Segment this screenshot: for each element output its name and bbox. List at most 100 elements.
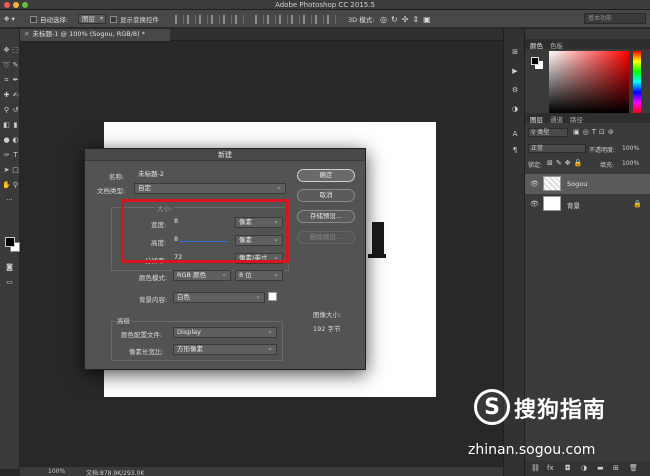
auto-align-icon[interactable] bbox=[327, 14, 336, 24]
profile-dropdown[interactable]: Display bbox=[173, 327, 277, 338]
layer-row-sogou[interactable]: 👁 Sogou bbox=[525, 174, 650, 194]
auto-select-checkbox[interactable] bbox=[30, 15, 37, 23]
move-tool-preset-icon[interactable]: ✥ ▾ bbox=[4, 13, 15, 25]
type-tool-icon[interactable]: T bbox=[11, 151, 20, 160]
eraser-tool-icon[interactable]: ◧ bbox=[2, 121, 11, 130]
3d-orbit-icon[interactable]: ◎ bbox=[380, 15, 391, 24]
quick-select-tool-icon[interactable]: ✎ bbox=[11, 61, 20, 70]
color-picker-field[interactable] bbox=[549, 51, 629, 113]
ok-button[interactable]: 确定 bbox=[297, 169, 355, 182]
crop-tool-icon[interactable]: ⌗ bbox=[2, 76, 11, 85]
zoom-level[interactable]: 100% bbox=[48, 468, 65, 475]
image-size-label: 图像大小: bbox=[313, 311, 342, 319]
advanced-label[interactable]: 高级 bbox=[115, 315, 132, 325]
app-title: Adobe Photoshop CC 2015.5 bbox=[275, 1, 375, 9]
fill-value[interactable]: 100% bbox=[622, 160, 639, 167]
lock-options-icons[interactable]: ⊠✎✥🔒 bbox=[547, 159, 585, 167]
layer-lock-icon: 🔒 bbox=[633, 200, 642, 208]
eyedropper-tool-icon[interactable]: ✒ bbox=[11, 76, 20, 85]
distribute-middle-icon[interactable] bbox=[267, 14, 276, 24]
align-bottom-icon[interactable] bbox=[199, 14, 208, 24]
options-bar: ✥ ▾ 自动选择: 图层 显示变换控件 bbox=[0, 10, 650, 28]
visibility-eye-icon[interactable]: 👁 bbox=[530, 200, 539, 208]
align-center-icon[interactable] bbox=[223, 14, 232, 24]
dodge-tool-icon[interactable]: ◐ bbox=[11, 136, 20, 145]
history-panel-icon[interactable]: ⊞ bbox=[510, 47, 520, 57]
foreground-color-swatch[interactable] bbox=[5, 237, 15, 247]
tab-color[interactable]: 颜色 bbox=[530, 40, 543, 50]
lock-label: 锁定: bbox=[528, 162, 543, 169]
watermark-url: zhinan.sogou.com bbox=[468, 442, 596, 458]
status-bar: 100% 文档:878.9K/293.0K bbox=[20, 467, 503, 476]
new-document-dialog: 新建 名称: 未标题-2 文档类型: 自定 大小: 宽度: 8 像素 高度: 8… bbox=[84, 148, 366, 370]
document-info[interactable]: 文档:878.9K/293.0K bbox=[86, 468, 144, 476]
cancel-button[interactable]: 取消 bbox=[297, 189, 355, 202]
save-preset-button[interactable]: 存储预设... bbox=[297, 210, 355, 223]
document-tab[interactable]: ✕ 未标题-1 @ 100% (Sogou, RGB/8) * bbox=[20, 29, 170, 41]
bgcontent-dropdown[interactable]: 白色 bbox=[173, 292, 265, 303]
distribute-right-icon[interactable] bbox=[315, 14, 324, 24]
auto-select-dropdown[interactable]: 图层 bbox=[78, 14, 106, 24]
screen-mode-icon[interactable]: ▭ bbox=[5, 278, 14, 287]
tab-channels[interactable]: 通道 bbox=[550, 114, 563, 124]
layer-kind-filter[interactable]: ⚲ 类型 bbox=[528, 128, 568, 137]
colormode-dropdown[interactable]: RGB 颜色 bbox=[173, 270, 231, 281]
actions-panel-icon[interactable]: ▶ bbox=[510, 66, 520, 76]
healing-brush-icon[interactable]: ✚ bbox=[2, 91, 11, 100]
aspect-dropdown[interactable]: 方形像素 bbox=[173, 344, 277, 355]
adjustments-panel-icon[interactable]: ◑ bbox=[510, 104, 520, 114]
align-left-icon[interactable] bbox=[211, 14, 220, 24]
paragraph-panel-icon[interactable]: ¶ bbox=[510, 145, 520, 155]
3d-drag-icon[interactable]: ✣ bbox=[402, 15, 413, 24]
bitdepth-dropdown[interactable]: 8 位 bbox=[235, 270, 283, 281]
workspace-search-field[interactable]: 基本功能 bbox=[584, 13, 646, 24]
3d-slide-icon[interactable]: ⇕ bbox=[412, 15, 423, 24]
zoom-tool-icon[interactable]: ⚲ bbox=[11, 181, 20, 190]
align-middle-icon[interactable] bbox=[187, 14, 196, 24]
distribute-bottom-icon[interactable] bbox=[279, 14, 288, 24]
move-tool-icon[interactable]: ✥ bbox=[2, 46, 11, 55]
clone-stamp-icon[interactable]: ⚲ bbox=[2, 106, 11, 115]
doctype-dropdown[interactable]: 自定 bbox=[134, 183, 286, 194]
properties-panel-icon[interactable]: ⚙ bbox=[510, 85, 520, 95]
bgcontent-color-swatch[interactable] bbox=[268, 292, 277, 301]
close-tab-icon[interactable]: ✕ bbox=[24, 30, 29, 38]
3d-scale-icon[interactable]: ▣ bbox=[423, 15, 435, 24]
tab-paths[interactable]: 路径 bbox=[570, 114, 583, 124]
3d-roll-icon[interactable]: ↻ bbox=[391, 15, 402, 24]
opacity-value[interactable]: 100% bbox=[622, 145, 639, 152]
align-right-icon[interactable] bbox=[235, 14, 244, 24]
hand-tool-icon[interactable]: ✋ bbox=[2, 181, 11, 190]
character-panel-icon[interactable]: A bbox=[510, 129, 520, 139]
show-transform-checkbox[interactable] bbox=[110, 15, 117, 23]
doctype-label: 文档类型: bbox=[97, 187, 126, 195]
pen-tool-icon[interactable]: ✑ bbox=[2, 151, 11, 160]
more-tools-icon[interactable]: ··· bbox=[5, 196, 14, 205]
history-brush-icon[interactable]: ↺ bbox=[11, 106, 20, 115]
visibility-eye-icon[interactable]: 👁 bbox=[530, 180, 539, 188]
brush-tool-icon[interactable]: ✍ bbox=[11, 91, 20, 100]
color-panel-foreground-swatch[interactable] bbox=[531, 57, 539, 65]
distribute-center-icon[interactable] bbox=[303, 14, 312, 24]
name-label: 名称: bbox=[109, 173, 125, 181]
name-field[interactable]: 未标题-2 bbox=[134, 169, 284, 180]
layer-row-background[interactable]: 👁 背景 🔒 bbox=[525, 194, 650, 214]
bgcontent-label: 背景内容: bbox=[139, 296, 168, 304]
tab-layers[interactable]: 图层 bbox=[530, 114, 543, 124]
distribute-top-icon[interactable] bbox=[255, 14, 264, 24]
distribute-left-icon[interactable] bbox=[291, 14, 300, 24]
marquee-tool-icon[interactable]: ⬚ bbox=[11, 46, 20, 55]
layer-filter-icons[interactable]: ▣◎T⊡⊚ bbox=[573, 128, 617, 136]
hue-slider[interactable] bbox=[633, 51, 641, 113]
delete-preset-button[interactable]: 删除预设... bbox=[297, 231, 355, 244]
shape-tool-icon[interactable]: □ bbox=[11, 166, 20, 175]
gradient-tool-icon[interactable]: ▮ bbox=[11, 121, 20, 130]
blur-tool-icon[interactable]: ● bbox=[2, 136, 11, 145]
blend-mode-dropdown[interactable]: 正常 bbox=[528, 144, 586, 153]
sogou-watermark: 搜狗指南 zhinan.sogou.com bbox=[468, 384, 643, 468]
lasso-tool-icon[interactable]: ➰ bbox=[2, 61, 11, 70]
align-top-icon[interactable] bbox=[175, 14, 184, 24]
tab-swatches[interactable]: 色板 bbox=[550, 40, 563, 50]
path-select-tool-icon[interactable]: ➤ bbox=[2, 166, 11, 175]
quick-mask-icon[interactable]: ◙ bbox=[5, 263, 14, 272]
